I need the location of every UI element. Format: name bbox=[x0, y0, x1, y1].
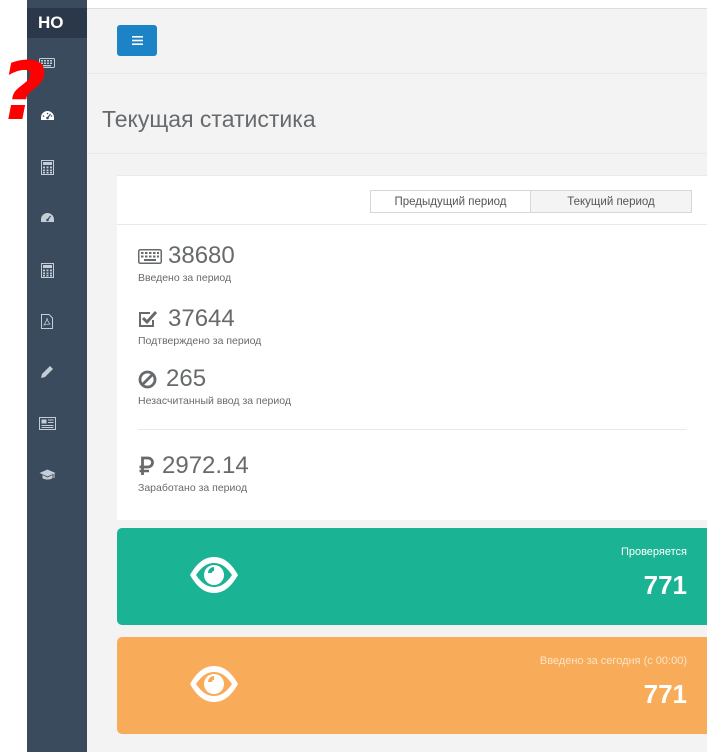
sidebar-item-pdf[interactable] bbox=[27, 306, 67, 336]
stat-confirmed: 37644 Подтверждено за период bbox=[138, 305, 261, 347]
sidebar-item-edit[interactable] bbox=[27, 357, 67, 387]
widget-today-label: Введено за сегодня (с 00:00) bbox=[539, 655, 687, 667]
stat-entered-label: Введено за период bbox=[138, 272, 232, 284]
check-square-icon bbox=[138, 310, 168, 329]
calculator-icon bbox=[40, 262, 54, 278]
top-navbar bbox=[87, 8, 707, 74]
widget-checking-label: Проверяется bbox=[620, 546, 687, 558]
ruble-icon bbox=[138, 456, 162, 476]
widget-today: Введено за сегодня (с 00:00) 771 bbox=[117, 637, 707, 734]
hamburger-icon bbox=[131, 36, 143, 45]
pencil-icon bbox=[41, 366, 53, 378]
ban-icon bbox=[138, 370, 166, 389]
sidebar-item-education[interactable] bbox=[27, 460, 67, 490]
keyboard-icon bbox=[138, 248, 168, 264]
previous-period-button[interactable]: Предыдущий период bbox=[370, 190, 531, 213]
question-mark-overlay: ? bbox=[0, 45, 47, 138]
stat-earned: 2972.14 Заработано за период bbox=[138, 452, 249, 494]
calculator-icon bbox=[40, 159, 54, 175]
stat-confirmed-value: 37644 bbox=[168, 305, 235, 332]
stat-rejected: 265 Незасчитанный ввод за период bbox=[138, 365, 291, 407]
widget-today-value: 771 bbox=[643, 679, 687, 709]
widget-checking: Проверяется 771 bbox=[117, 528, 707, 625]
eye-icon bbox=[190, 666, 238, 702]
current-period-button[interactable]: Текущий период bbox=[531, 190, 692, 213]
menu-toggle-button[interactable] bbox=[117, 25, 157, 56]
stat-entered-value: 38680 bbox=[168, 242, 235, 269]
eye-icon bbox=[190, 557, 238, 593]
stat-earned-label: Заработано за период bbox=[138, 482, 248, 494]
page-title: Текущая статистика bbox=[102, 106, 316, 132]
stat-entered: 38680 Введено за период bbox=[138, 242, 235, 284]
widget-checking-value: 771 bbox=[643, 570, 687, 600]
sidebar-item-calculator-2[interactable] bbox=[27, 255, 67, 285]
sidebar-item-calculator[interactable] bbox=[27, 152, 67, 182]
stat-confirmed-label: Подтверждено за период bbox=[138, 335, 262, 347]
sidebar-item-dashboard-2[interactable] bbox=[27, 203, 67, 233]
pdf-file-icon bbox=[41, 313, 53, 329]
sidebar-item-news[interactable] bbox=[27, 408, 67, 438]
stat-earned-value: 2972.14 bbox=[162, 452, 249, 479]
stat-rejected-value: 265 bbox=[166, 365, 207, 392]
panel-header-divider bbox=[117, 224, 707, 225]
sidebar-brand[interactable]: НО bbox=[27, 8, 87, 38]
newspaper-icon bbox=[38, 416, 56, 430]
stats-divider bbox=[138, 429, 687, 430]
graduation-cap-icon bbox=[39, 469, 55, 480]
stat-rejected-label: Незасчитанный ввод за период bbox=[138, 395, 291, 407]
dashboard-icon bbox=[40, 213, 54, 222]
